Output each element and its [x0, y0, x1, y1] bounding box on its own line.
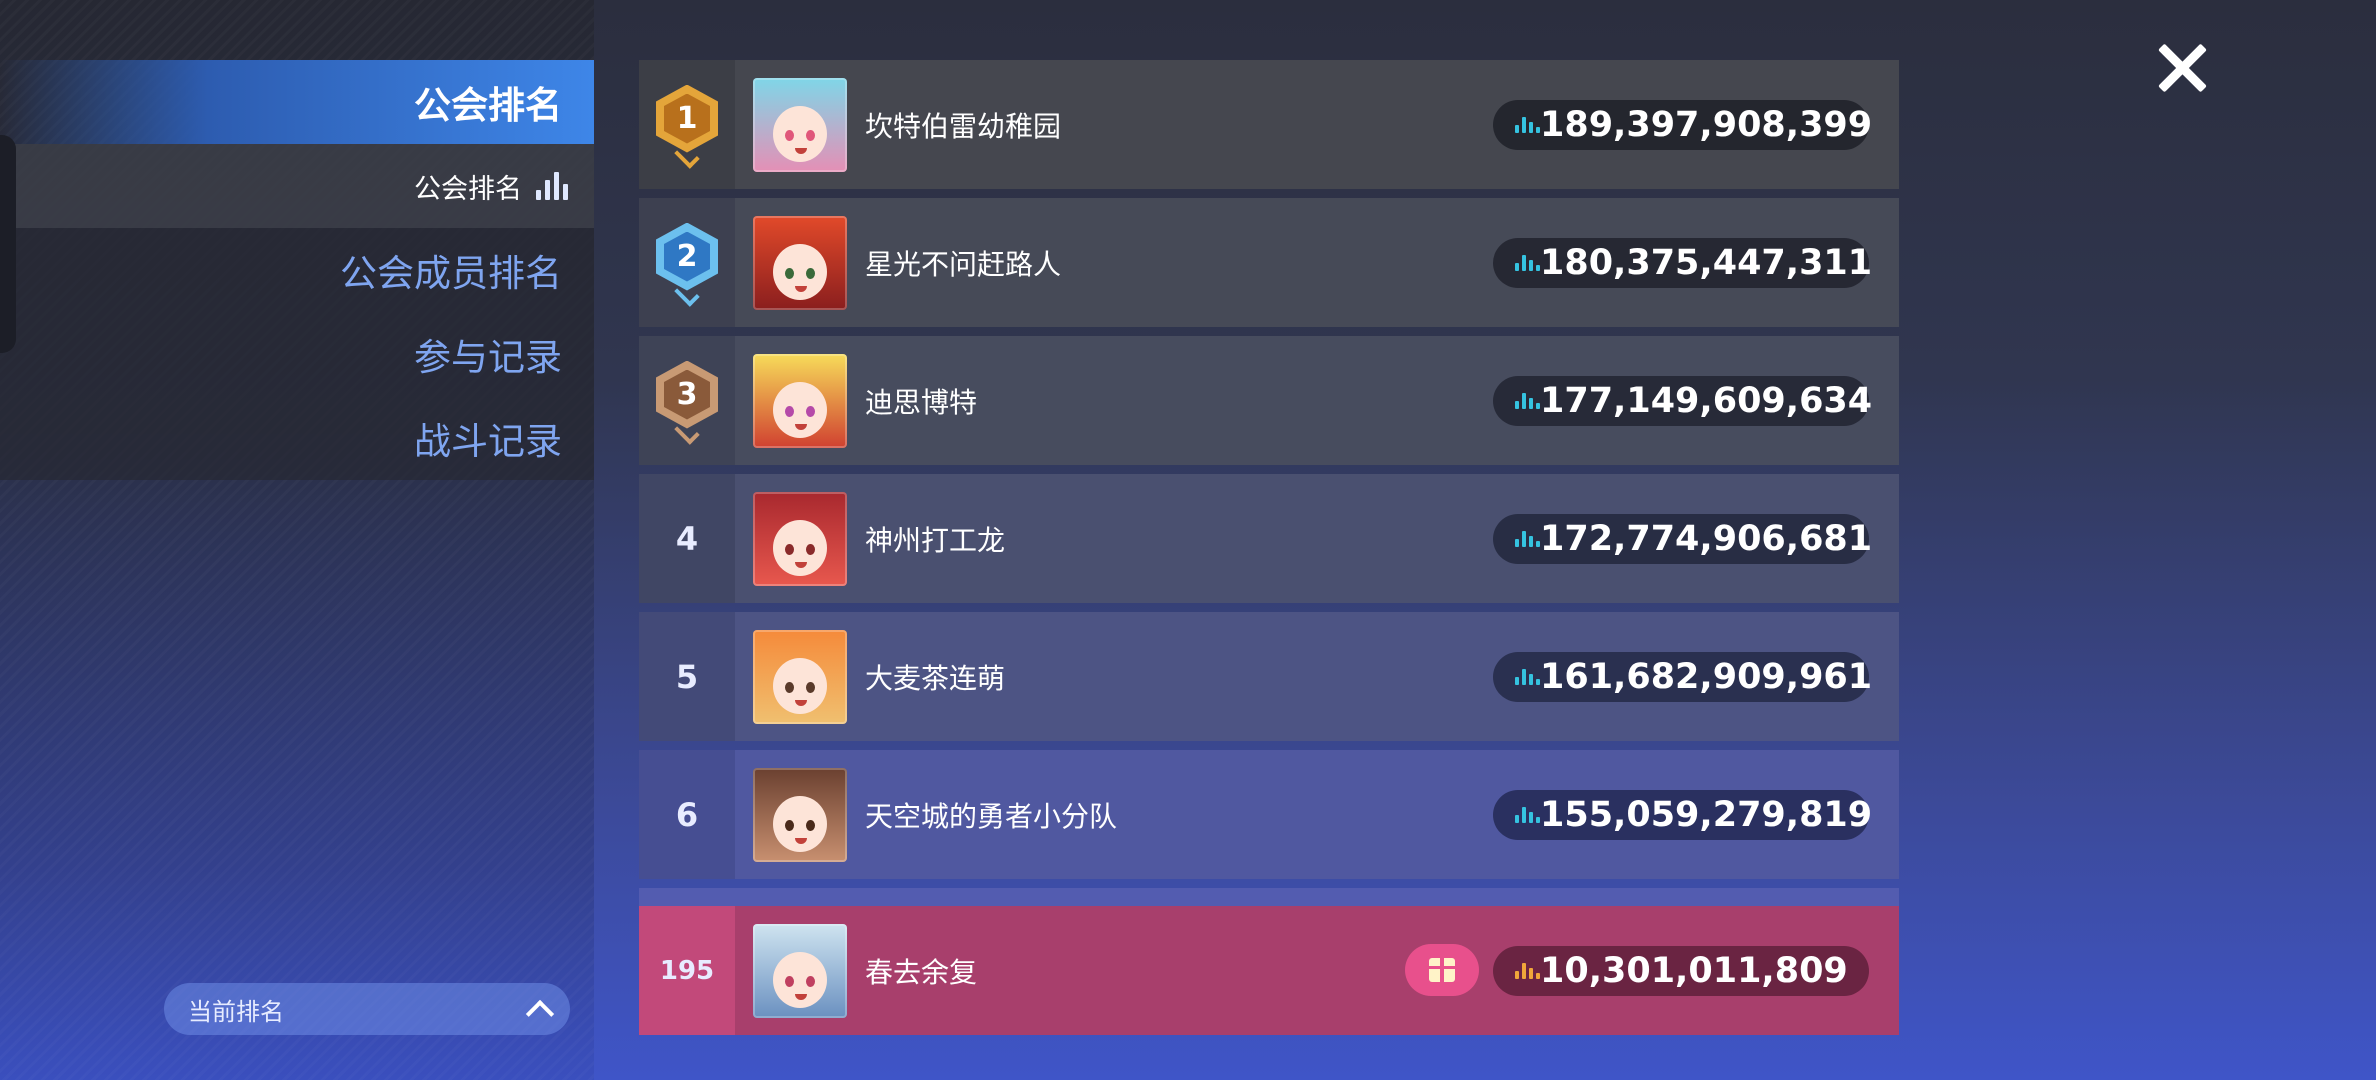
score-pill: 177,149,609,634 — [1493, 376, 1873, 426]
tab-member-ranking-label: 公会成员排名 — [340, 252, 562, 295]
rank-cell: 195 — [639, 906, 735, 1035]
gold-medal-icon: 1 — [656, 84, 718, 169]
tab-participation-record-label: 参与记录 — [414, 336, 562, 379]
bar-chart-icon — [1515, 807, 1540, 823]
rank-number: 6 — [675, 795, 699, 834]
ranking-row[interactable]: 3 迪思博特 177,149,609,634 — [639, 336, 1899, 465]
current-rank-toggle[interactable]: 当前排名 — [164, 983, 570, 1035]
score-value: 155,059,279,819 — [1540, 795, 1873, 835]
bar-chart-icon — [1515, 393, 1540, 409]
score-value: 189,397,908,399 — [1540, 105, 1873, 145]
avatar — [753, 215, 847, 310]
bar-chart-icon — [1515, 117, 1540, 133]
current-rank-label: 当前排名 — [188, 997, 284, 1026]
tab-member-ranking[interactable]: 公会成员排名 — [0, 228, 594, 312]
tab-participation-record[interactable]: 参与记录 — [0, 312, 594, 396]
score-value: 180,375,447,311 — [1540, 243, 1873, 283]
tab-battle-record[interactable]: 战斗记录 — [0, 396, 594, 480]
avatar — [753, 491, 847, 586]
rank-cell: 1 — [639, 60, 735, 189]
ranking-row[interactable]: 1 坎特伯雷幼稚园 189,397,908,399 — [639, 60, 1899, 189]
list-scroll-edge — [639, 888, 1899, 908]
subtab-guild-ranking-label: 公会排名 — [414, 173, 522, 205]
bar-chart-icon — [536, 172, 568, 200]
bar-chart-icon — [1515, 255, 1540, 271]
close-button[interactable] — [2150, 36, 2214, 100]
rank-cell: 4 — [639, 474, 735, 603]
rank-number: 2 — [676, 239, 698, 274]
score-value: 161,682,909,961 — [1540, 657, 1873, 697]
tab-battle-record-label: 战斗记录 — [414, 420, 562, 463]
ranking-row[interactable]: 6 天空城的勇者小分队 155,059,279,819 — [639, 750, 1899, 879]
rank-number: 4 — [675, 519, 699, 558]
avatar — [753, 629, 847, 724]
menu-list: 公会成员排名 参与记录 战斗记录 — [0, 228, 594, 480]
score-value: 10,301,011,809 — [1540, 951, 1848, 991]
subtab-guild-ranking[interactable]: 公会排名 — [0, 144, 594, 228]
rank-number: 5 — [675, 657, 699, 696]
bronze-medal-icon: 3 — [656, 360, 718, 445]
ranking-row[interactable]: 4 神州打工龙 172,774,906,681 — [639, 474, 1899, 603]
rank-number: 3 — [676, 377, 698, 412]
rank-cell: 5 — [639, 612, 735, 741]
side-menu: 公会排名 公会排名 公会成员排名 参与记录 战斗记录 — [0, 60, 594, 480]
bar-chart-icon — [1515, 669, 1540, 685]
rank-cell: 2 — [639, 198, 735, 327]
rank-cell: 6 — [639, 750, 735, 879]
bar-chart-icon — [1515, 531, 1540, 547]
score-pill: 10,301,011,809 — [1493, 946, 1869, 996]
score-value: 177,149,609,634 — [1540, 381, 1873, 421]
tab-guild-ranking-label: 公会排名 — [414, 84, 562, 127]
avatar — [753, 767, 847, 862]
score-pill: 172,774,906,681 — [1493, 514, 1873, 564]
avatar — [753, 923, 847, 1018]
score-pill: 155,059,279,819 — [1493, 790, 1873, 840]
chevron-up-icon — [525, 999, 555, 1029]
bar-chart-icon — [1515, 963, 1540, 979]
ranking-row[interactable]: 2 星光不问赶路人 180,375,447,311 — [639, 198, 1899, 327]
score-pill: 189,397,908,399 — [1493, 100, 1873, 150]
rank-number: 1 — [676, 101, 698, 136]
score-pill: 161,682,909,961 — [1493, 652, 1873, 702]
ranking-row[interactable]: 5 大麦茶连萌 161,682,909,961 — [639, 612, 1899, 741]
gift-button[interactable] — [1405, 944, 1479, 996]
gift-icon — [1429, 958, 1455, 982]
score-value: 172,774,906,681 — [1540, 519, 1873, 559]
tab-guild-ranking[interactable]: 公会排名 — [0, 60, 594, 144]
avatar — [753, 77, 847, 172]
self-ranking-row[interactable]: 195 春去余复 10,301,011,809 — [639, 906, 1899, 1035]
silver-medal-icon: 2 — [656, 222, 718, 307]
rank-number: 195 — [659, 955, 715, 986]
side-handle[interactable] — [0, 135, 16, 353]
score-pill: 180,375,447,311 — [1493, 238, 1873, 288]
rank-cell: 3 — [639, 336, 735, 465]
avatar — [753, 353, 847, 448]
